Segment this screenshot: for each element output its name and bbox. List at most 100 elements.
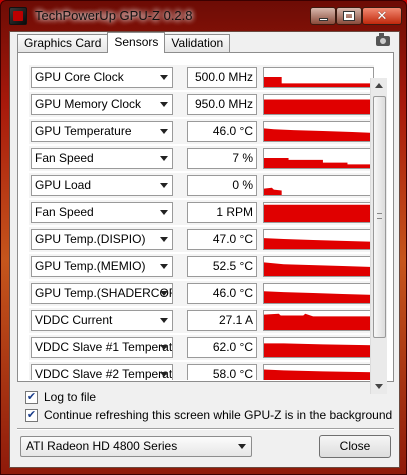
sensor-value: 62.0 °C [187,337,257,358]
sensor-name-dropdown[interactable]: VDDC Slave #1 Temperature [31,337,173,358]
sensor-name: GPU Core Clock [35,70,124,84]
sensor-row: GPU Load 0 % [29,173,374,200]
sensor-graph-fill [264,343,373,357]
sensor-graph[interactable] [263,364,374,380]
title-bar[interactable]: TechPowerUp GPU-Z 0.2.8 ✕ [1,1,406,31]
sensor-graph-fill [264,204,373,222]
scroll-up-icon[interactable] [375,83,383,88]
chevron-down-icon [160,345,168,350]
chevron-down-icon [160,372,168,377]
close-button[interactable]: Close [319,435,391,458]
sensor-graph-fill [264,262,373,276]
sensor-row: GPU Temp.(DISPIO) 47.0 °C [29,227,374,254]
sensor-name: VDDC Slave #2 Temperature [35,367,173,380]
chevron-down-icon [160,183,168,188]
tab-graphics-card[interactable]: Graphics Card [17,34,109,53]
client-area: Graphics Card Sensors Validation GPU Cor… [9,31,400,468]
sensor-graph[interactable] [263,121,374,142]
sensor-graph[interactable] [263,148,374,169]
tab-sensors[interactable]: Sensors [107,32,166,53]
sensor-value: 46.0 °C [187,121,257,142]
sensor-row: Fan Speed 1 RPM [29,200,374,227]
tab-strip: Graphics Card Sensors Validation [17,32,231,53]
sensor-row: VDDC Current 27.1 A [29,308,374,335]
sensor-name-dropdown[interactable]: GPU Temp.(MEMIO) [31,256,173,277]
sensor-name: GPU Memory Clock [35,97,142,111]
sensor-value: 46.0 °C [187,283,257,304]
sensor-graph-fill [264,238,373,249]
sensor-graph[interactable] [263,229,374,250]
sensor-name: Fan Speed [35,151,94,165]
sensor-name-dropdown[interactable]: VDDC Current [31,310,173,331]
sensor-name: GPU Temperature [35,124,132,138]
minimize-icon [318,17,328,21]
sensor-name: GPU Temp.(MEMIO) [35,259,146,273]
sensor-row: VDDC Slave #1 Temperature 62.0 °C [29,335,374,362]
grip-icon [377,213,382,219]
sensor-graph[interactable] [263,310,374,331]
app-window: TechPowerUp GPU-Z 0.2.8 ✕ Graphics Card … [0,0,407,475]
sensor-name-dropdown[interactable]: Fan Speed [31,202,173,223]
continue-refresh-checkbox[interactable]: ✔ [25,408,38,422]
minimize-button[interactable] [310,7,336,25]
sensor-name: GPU Temp.(DISPIO) [35,232,146,246]
scroll-down-icon[interactable] [375,384,383,389]
sensor-name: GPU Temp.(SHADERCORE) [35,286,172,300]
sensor-name-dropdown[interactable]: GPU Temperature [31,121,173,142]
chevron-down-icon [160,264,168,269]
sensor-value: 950.0 MHz [187,94,257,115]
sensor-graph[interactable] [263,67,374,88]
sensor-name-dropdown[interactable]: GPU Load [31,175,173,196]
sensor-value: 27.1 A [187,310,257,331]
sensor-row: Fan Speed 7 % [29,146,374,173]
sensor-value: 47.0 °C [187,229,257,250]
sensor-graph[interactable] [263,175,374,196]
continue-refresh-label: Continue refreshing this screen while GP… [44,408,393,422]
sensor-row: GPU Memory Clock 950.0 MHz [29,92,374,119]
sensor-graph-fill [264,291,373,303]
chevron-down-icon [160,210,168,215]
sensor-name-dropdown[interactable]: Fan Speed [31,148,173,169]
log-to-file-label: Log to file [44,390,97,404]
sensor-graph[interactable] [263,202,374,223]
maximize-icon [343,11,355,21]
sensor-value: 0 % [187,175,257,196]
sensor-graph-fill [264,187,282,195]
tab-validation[interactable]: Validation [164,34,231,53]
sensor-graph-fill [264,99,373,114]
camera-icon[interactable] [376,33,390,46]
close-window-button[interactable]: ✕ [362,7,402,25]
sensor-value: 500.0 MHz [187,67,257,88]
sensor-name: VDDC Current [35,313,113,327]
chevron-down-icon [160,156,168,161]
gpu-selector-value: ATI Radeon HD 4800 Series [26,439,178,453]
gpu-selector[interactable]: ATI Radeon HD 4800 Series [20,436,252,457]
chevron-down-icon [160,75,168,80]
sensor-graph-fill [264,313,373,330]
sensor-name-dropdown[interactable]: GPU Temp.(DISPIO) [31,229,173,250]
gpu-z-app-icon[interactable] [9,7,27,25]
continue-refresh-option[interactable]: ✔ Continue refreshing this screen while … [25,408,392,422]
sensor-value: 58.0 °C [187,364,257,380]
log-to-file-checkbox[interactable]: ✔ [25,390,38,404]
sensor-scrollbar[interactable] [370,78,387,394]
chevron-down-icon [238,444,246,449]
sensor-graph[interactable] [263,256,374,277]
close-icon: ✕ [376,8,388,23]
sensor-graph[interactable] [263,283,374,304]
sensor-name-dropdown[interactable]: GPU Core Clock [31,67,173,88]
chevron-down-icon [160,102,168,107]
sensor-value: 52.5 °C [187,256,257,277]
chevron-down-icon [160,237,168,242]
sensor-name-dropdown[interactable]: GPU Memory Clock [31,94,173,115]
scroll-thumb[interactable] [373,96,386,338]
log-to-file-option[interactable]: ✔ Log to file [25,390,96,404]
maximize-button[interactable] [336,7,362,25]
sensor-graph-fill [264,77,373,87]
chevron-down-icon [160,129,168,134]
sensor-graph[interactable] [263,337,374,358]
sensor-graph-fill [264,369,373,380]
sensor-graph[interactable] [263,94,374,115]
sensor-name-dropdown[interactable]: GPU Temp.(SHADERCORE) [31,283,173,304]
sensor-name-dropdown[interactable]: VDDC Slave #2 Temperature [31,364,173,380]
